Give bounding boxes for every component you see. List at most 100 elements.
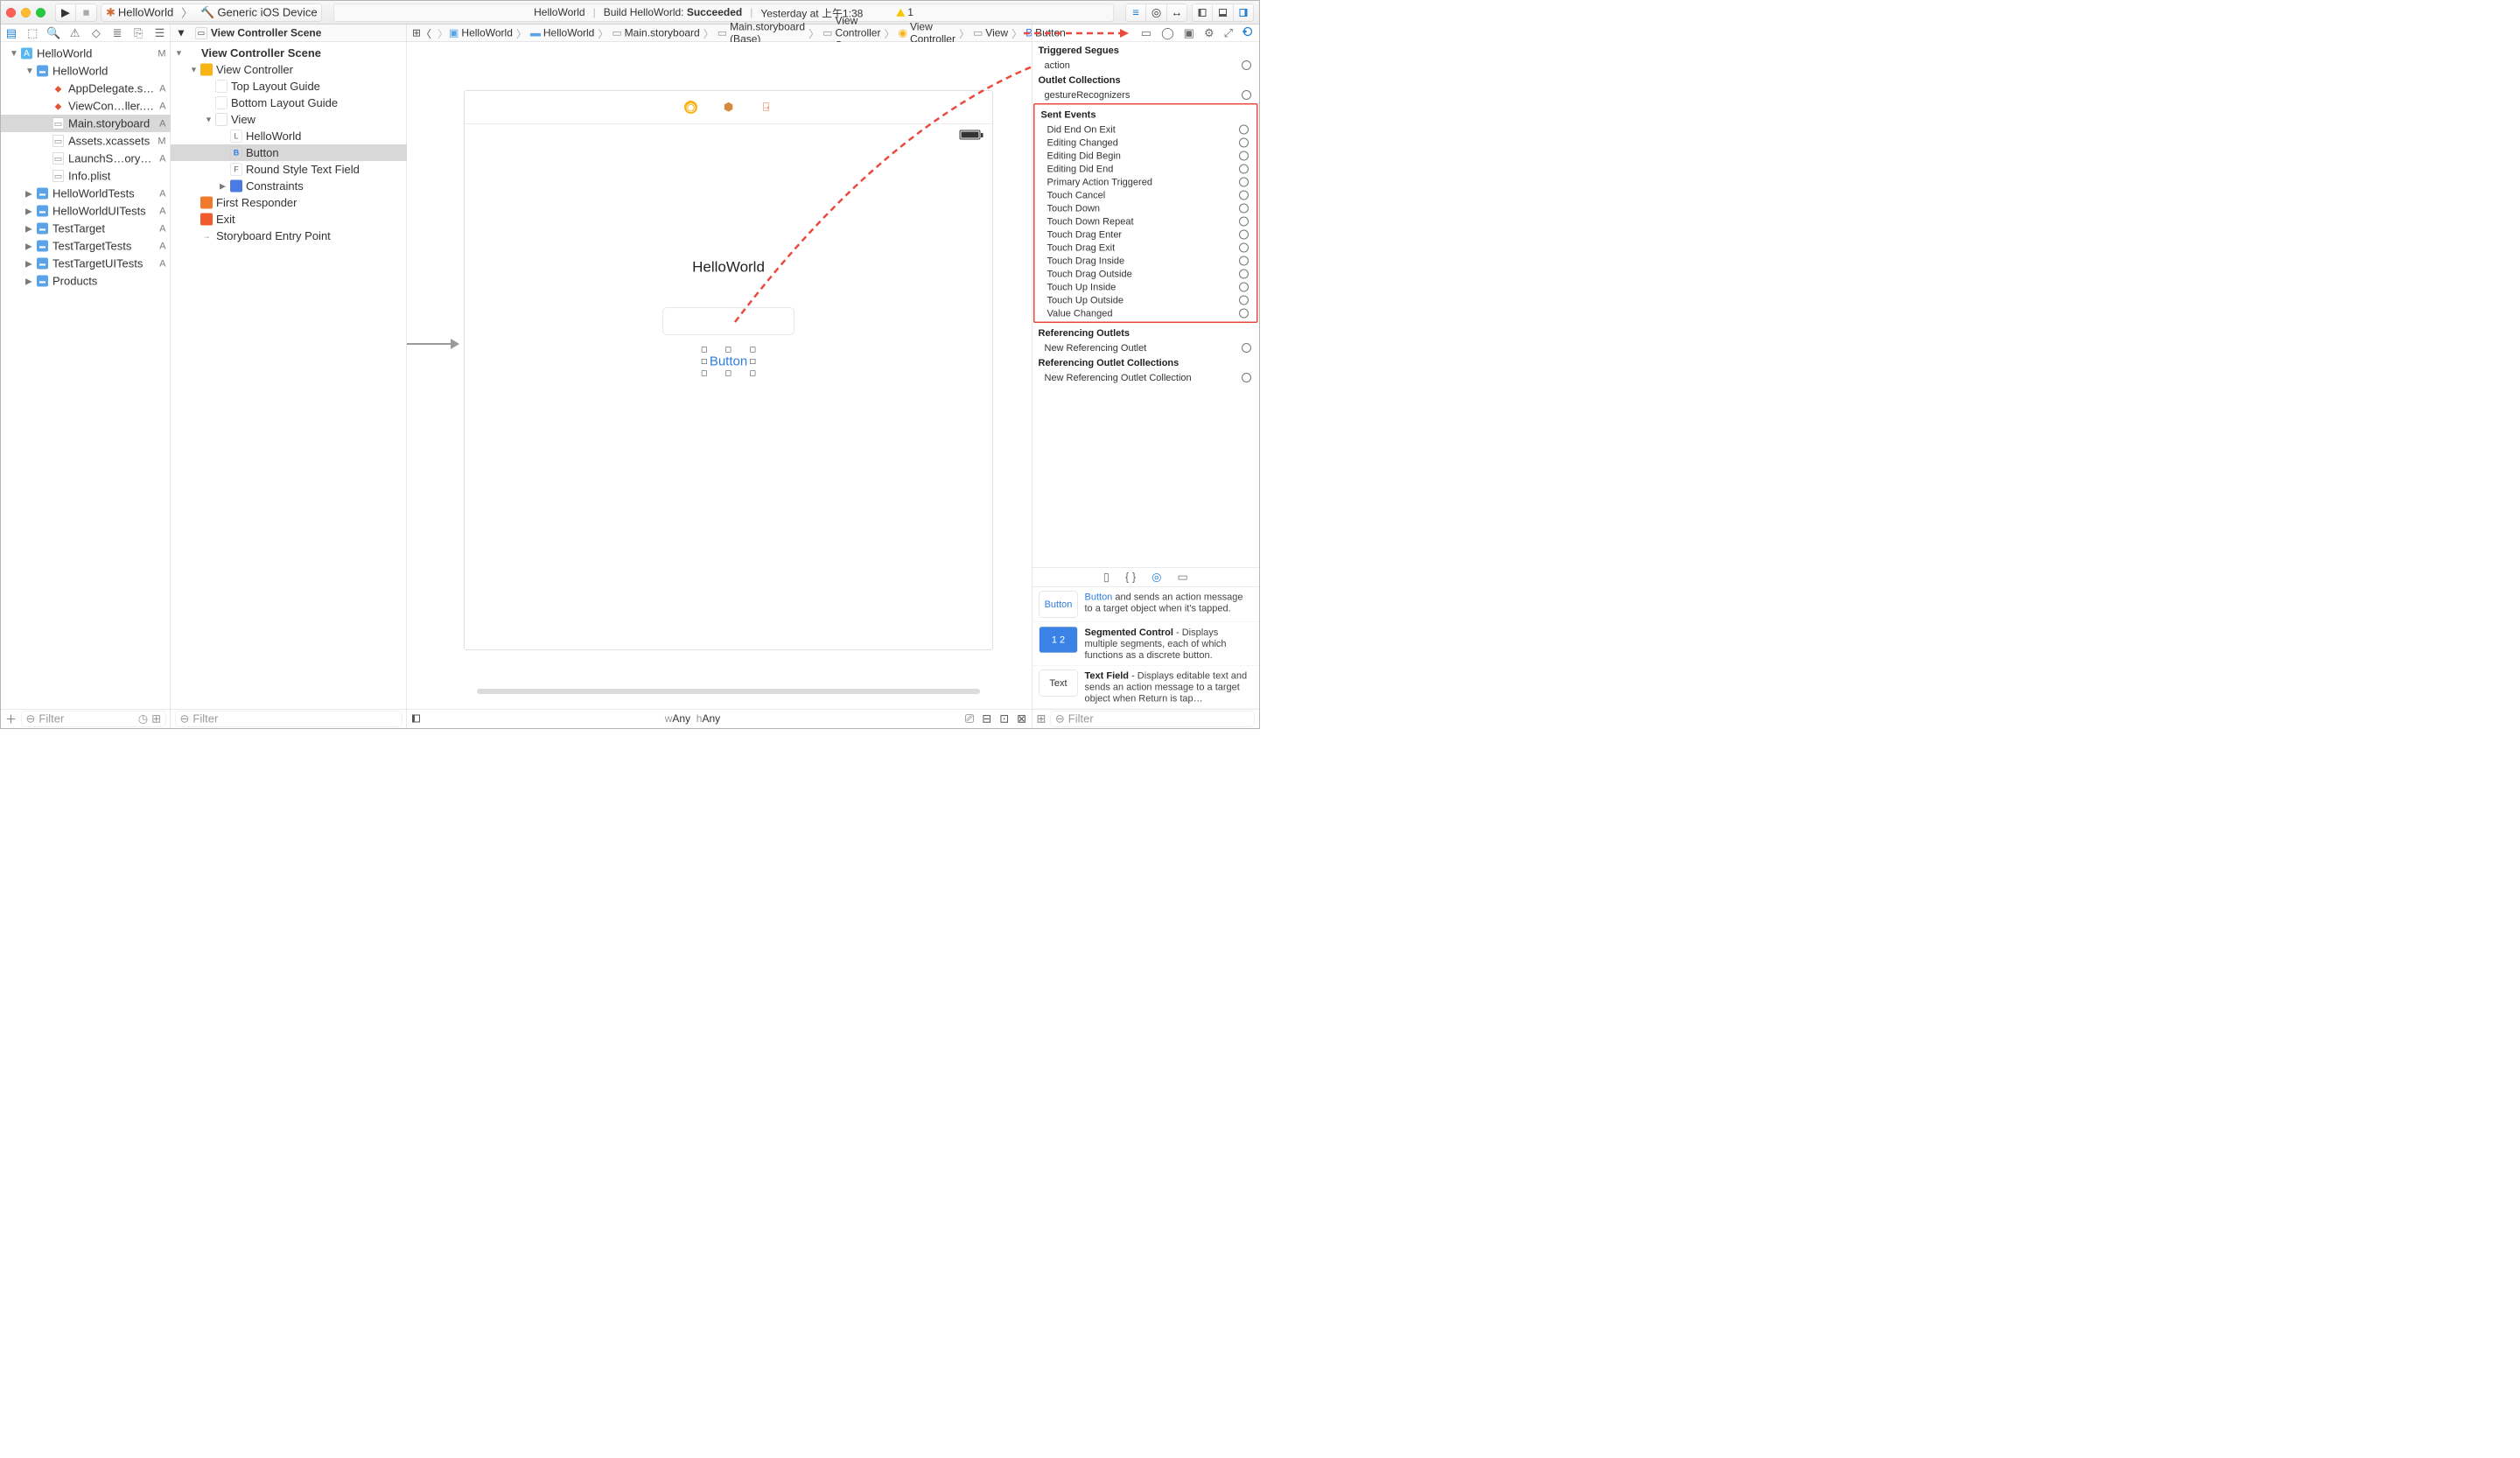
connection-well[interactable] (1239, 256, 1249, 266)
issue-navigator-icon[interactable]: ⚠ (69, 27, 81, 39)
sent-event-row[interactable]: Touch Cancel (1035, 189, 1257, 202)
file-tree[interactable]: ▼AHelloWorldM▼▬HelloWorld◆AppDelegate.sw… (1, 42, 171, 709)
editor-standard-button[interactable]: ≡ (1125, 4, 1146, 21)
resize-handle[interactable] (702, 347, 707, 353)
object-library-icon[interactable]: ◎ (1152, 571, 1161, 585)
connection-well[interactable] (1239, 191, 1249, 200)
editor-version-button[interactable]: ↔ (1166, 4, 1187, 21)
test-navigator-icon[interactable]: ◇ (90, 27, 102, 39)
connection-well[interactable] (1239, 165, 1249, 174)
file-tree-item[interactable]: ▶▬TestTargetUITestsA (1, 255, 171, 272)
sent-event-row[interactable]: Touch Down (1035, 202, 1257, 215)
file-navigator-icon[interactable]: ▤ (5, 27, 18, 39)
first-responder-icon[interactable]: ⬢ (722, 101, 735, 114)
sent-event-row[interactable]: Touch Drag Inside (1035, 255, 1257, 268)
sent-event-row[interactable]: Touch Up Inside (1035, 281, 1257, 294)
outline-item[interactable]: Exit (171, 211, 407, 228)
connection-well[interactable] (1239, 283, 1249, 292)
toggle-debug-button[interactable] (1213, 4, 1234, 21)
resize-handle[interactable] (750, 347, 755, 353)
sent-event-row[interactable]: Touch Down Repeat (1035, 215, 1257, 228)
connection-well[interactable] (1239, 204, 1249, 214)
connection-well[interactable] (1239, 217, 1249, 227)
breadcrumb-item[interactable]: ▣HelloWorld (445, 27, 516, 40)
file-tree-item[interactable]: ▭LaunchS…oryboardA (1, 150, 171, 167)
outline-item[interactable]: ▼View Controller Scene (171, 45, 407, 61)
scheme-selector[interactable]: ✱HelloWorld 〉 🔨Generic iOS Device (102, 4, 323, 21)
sent-event-row[interactable]: Touch Drag Exit (1035, 242, 1257, 255)
breakpoint-navigator-icon[interactable]: ⎘ (132, 27, 144, 39)
toggle-outline-icon[interactable] (412, 712, 420, 726)
sent-event-row[interactable]: Value Changed (1035, 307, 1257, 320)
outline-item[interactable]: BButton (171, 144, 407, 161)
library-item[interactable]: 1 2Segmented Control - Displays multiple… (1032, 622, 1260, 666)
sent-event-row[interactable]: Touch Up Outside (1035, 294, 1257, 307)
resizing-icon[interactable]: ⊠ (1017, 711, 1026, 725)
canvas[interactable]: ◉ ⬢ ⍈ HelloWorld Button (407, 42, 1032, 709)
stop-button[interactable]: ■ (76, 4, 97, 21)
file-tree-item[interactable]: ◆ViewCon…ller.swiftA (1, 97, 171, 115)
sent-event-row[interactable]: Editing Did End (1035, 163, 1257, 176)
outline-item[interactable]: Top Layout Guide (171, 78, 407, 95)
filter-input[interactable]: ⊖ Filter ◷ ⊞ (21, 711, 165, 727)
toggle-navigator-button[interactable] (1192, 4, 1213, 21)
run-button[interactable]: ▶ (55, 4, 76, 21)
quick-help-icon[interactable]: ◯ (1161, 26, 1174, 40)
size-class-control[interactable]: wAny hAny (420, 712, 965, 725)
resize-handle[interactable] (750, 359, 755, 364)
identity-inspector-icon[interactable]: ▣ (1184, 26, 1194, 40)
connection-row[interactable]: gestureRecognizers (1032, 88, 1260, 102)
file-tree-item[interactable]: ▶▬HelloWorldUITestsA (1, 202, 171, 220)
connection-row[interactable]: New Referencing Outlet Collection (1032, 371, 1260, 384)
breadcrumb-item[interactable]: ▭View (970, 27, 1012, 40)
scm-icon[interactable]: ⊞ (151, 712, 161, 726)
file-tree-item[interactable]: ▶▬HelloWorldTestsA (1, 185, 171, 202)
media-library-icon[interactable]: ▭ (1178, 571, 1188, 585)
code-snippet-icon[interactable]: { } (1125, 571, 1136, 585)
outline-item[interactable]: Bottom Layout Guide (171, 95, 407, 111)
sent-event-row[interactable]: Primary Action Triggered (1035, 176, 1257, 189)
outline-item[interactable]: ▶Constraints (171, 178, 407, 194)
file-tree-item[interactable]: ▶▬TestTargetA (1, 220, 171, 237)
symbol-navigator-icon[interactable]: ⬚ (26, 27, 38, 39)
button-selected[interactable]: Button (708, 354, 749, 370)
file-tree-item[interactable]: ▼▬HelloWorld (1, 62, 171, 80)
debug-navigator-icon[interactable]: ≣ (111, 27, 123, 39)
object-library[interactable]: ButtonButton and sends an action message… (1032, 586, 1260, 709)
editor-assistant-button[interactable]: ◎ (1146, 4, 1167, 21)
library-filter-input[interactable]: ⊖ Filter (1050, 711, 1255, 727)
resolve-icon[interactable]: ⊡ (999, 711, 1009, 725)
exit-icon[interactable]: ⍈ (760, 101, 773, 114)
outline-item[interactable]: FRound Style Text Field (171, 161, 407, 178)
toggle-utilities-button[interactable] (1233, 4, 1254, 21)
file-template-icon[interactable]: ▯ (1103, 571, 1110, 585)
connection-well[interactable] (1239, 270, 1249, 279)
breadcrumb-item[interactable]: ▬HelloWorld (527, 27, 598, 39)
sent-event-row[interactable]: Touch Drag Outside (1035, 268, 1257, 281)
file-tree-item[interactable]: ▶▬Products (1, 272, 171, 290)
resize-handle[interactable] (725, 371, 731, 376)
sent-event-row[interactable]: Did End On Exit (1035, 123, 1257, 137)
outline-item[interactable]: →Storyboard Entry Point (171, 228, 407, 244)
resize-handle[interactable] (750, 371, 755, 376)
report-navigator-icon[interactable]: ☰ (153, 27, 165, 39)
resize-handle[interactable] (725, 347, 731, 353)
clock-icon[interactable]: ◷ (138, 712, 148, 726)
file-tree-item[interactable]: ▭Main.storyboardA (1, 115, 171, 132)
library-item[interactable]: ButtonButton and sends an action message… (1032, 587, 1260, 623)
file-tree-item[interactable]: ▼AHelloWorldM (1, 45, 171, 62)
sent-event-row[interactable]: Editing Changed (1035, 137, 1257, 150)
connection-row[interactable]: New Referencing Outlet (1032, 341, 1260, 354)
outline-item[interactable]: ▼View (171, 111, 407, 128)
align-icon[interactable]: ⎚ (965, 711, 974, 725)
outline-filter-input[interactable]: ⊖ Filter (175, 711, 402, 727)
horizontal-scrollbar[interactable] (477, 689, 980, 694)
connection-well[interactable] (1239, 151, 1249, 161)
minimize-icon[interactable] (21, 8, 31, 18)
outline-item[interactable]: LHelloWorld (171, 128, 407, 144)
size-inspector-icon[interactable]: ⤢ (1224, 26, 1233, 40)
outline-item[interactable]: First Responder (171, 194, 407, 211)
resize-handle[interactable] (702, 359, 707, 364)
file-tree-item[interactable]: ▶▬TestTargetTestsA (1, 237, 171, 255)
connection-well[interactable] (1239, 230, 1249, 240)
